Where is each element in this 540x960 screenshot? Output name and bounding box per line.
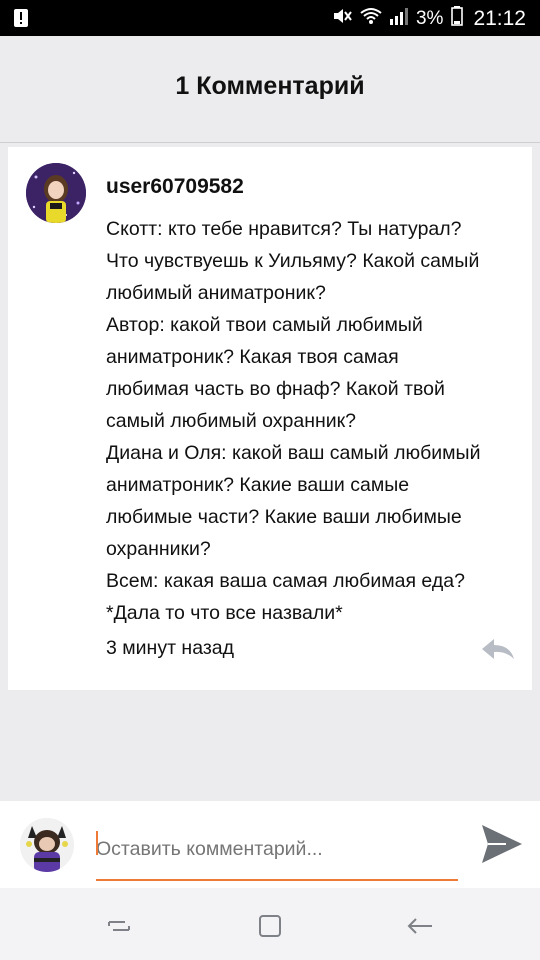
back-icon[interactable] bbox=[406, 912, 434, 940]
send-icon[interactable] bbox=[480, 823, 524, 865]
comment-line: любимые части? Какие ваши любимые bbox=[106, 506, 462, 528]
recents-icon[interactable] bbox=[105, 912, 133, 940]
comment-body: Скотт: кто тебе нравится? Ты натурал? Чт… bbox=[106, 213, 526, 629]
comment-timestamp: 3 минут назад bbox=[106, 637, 234, 659]
comment-line: аниматроник? Какие ваши самые bbox=[106, 474, 410, 496]
clock: 21:12 bbox=[473, 6, 526, 30]
status-bar: 3% 21:12 bbox=[0, 0, 540, 36]
text-cursor bbox=[96, 831, 98, 855]
reply-icon[interactable] bbox=[480, 636, 516, 662]
battery-icon bbox=[451, 6, 464, 31]
battery-percent: 3% bbox=[415, 7, 444, 29]
comment-line: любимый аниматроник? bbox=[106, 282, 326, 304]
comment-line: самый любимый охранник? bbox=[106, 410, 356, 432]
mute-icon bbox=[332, 6, 352, 31]
comment-line: Что чувствуешь к Уильяму? Какой самый bbox=[106, 250, 480, 272]
comment-line: Автор: какой твои самый любимый bbox=[106, 314, 423, 336]
comment-line: Диана и Оля: какой ваш самый любимый bbox=[106, 442, 481, 464]
home-icon[interactable] bbox=[256, 912, 284, 940]
signal-icon bbox=[389, 7, 408, 30]
comment-line: Всем: какая ваша самая любимая еда? bbox=[106, 570, 465, 592]
comment-line: Скотт: кто тебе нравится? Ты натурал? bbox=[106, 218, 462, 240]
my-avatar bbox=[20, 818, 74, 872]
comment-username[interactable]: user60709582 bbox=[106, 175, 244, 199]
comment-line: *Дала то что все назвали* bbox=[106, 602, 343, 624]
comment-line: любимая часть во фнаф? Какой твой bbox=[106, 378, 445, 400]
comment-line: аниматроник? Какая твоя самая bbox=[106, 346, 399, 368]
notification-warning-icon bbox=[14, 9, 28, 32]
compose-bar bbox=[0, 801, 540, 888]
comment-line: охранники? bbox=[106, 538, 211, 560]
comment-input[interactable] bbox=[96, 825, 458, 881]
user-avatar[interactable] bbox=[26, 163, 86, 223]
navigation-bar bbox=[0, 888, 540, 960]
header: 1 Комментарий bbox=[0, 36, 540, 143]
wifi-icon bbox=[360, 7, 382, 30]
page-title: 1 Комментарий bbox=[175, 72, 365, 100]
comment-card: user60709582 Скотт: кто тебе нравится? Т… bbox=[8, 147, 532, 690]
